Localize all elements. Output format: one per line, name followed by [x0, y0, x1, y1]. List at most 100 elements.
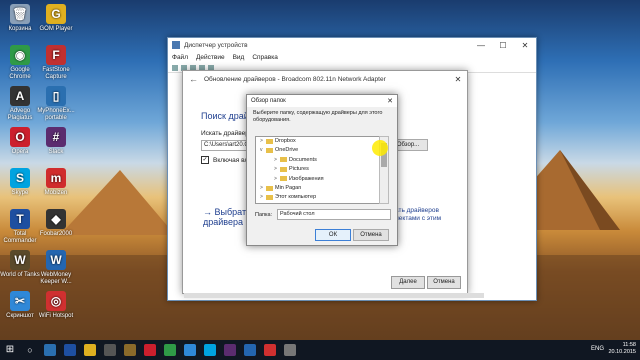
app-icon: F: [46, 45, 66, 65]
menu-view[interactable]: Вид: [233, 54, 245, 61]
desktop-icon-label: FastStone Capture: [42, 67, 70, 80]
app-icon: A: [10, 86, 30, 106]
app-icon: 🗑: [10, 4, 30, 24]
desktop-icon-label: Скриншот: [6, 313, 34, 319]
app-icon: m: [46, 168, 66, 188]
desktop-icon[interactable]: S Skype: [0, 168, 40, 197]
tree-item[interactable]: > Documents: [274, 157, 317, 163]
taskbar: ⊞ ○ ENG 11:58 20.10.2015: [0, 340, 640, 360]
desktop-icon-label: WebMoney Keeper W...: [40, 272, 72, 285]
tree-item[interactable]: > Min Pagan: [260, 185, 301, 191]
taskbar-app-icon[interactable]: [84, 344, 96, 356]
next-button[interactable]: Далее: [391, 276, 425, 289]
checkbox-check-icon: ✓: [201, 156, 209, 164]
taskbar-app-icon[interactable]: [184, 344, 196, 356]
desktop-icon-label: Opera: [11, 149, 29, 155]
desktop-icon-label: Slack: [48, 149, 64, 155]
tree-item[interactable]: > Pictures: [274, 166, 309, 172]
tree-item-label: Этот компьютер: [275, 194, 317, 201]
folder-tree[interactable]: > Dropbox v OneDrive > Documents > Pictures > Изо…: [255, 136, 381, 204]
close-button[interactable]: ✕: [514, 41, 536, 50]
pick-from-list-description: ать драйверов лектами с этим: [395, 207, 442, 222]
app-icon: W: [46, 250, 66, 270]
desktop-icon[interactable]: W World of Tanks: [0, 250, 40, 279]
taskbar-app-icon[interactable]: [144, 344, 156, 356]
desktop-icon[interactable]: G GOM Player: [36, 4, 76, 33]
app-icon: W: [10, 250, 30, 270]
taskbar-app-icon[interactable]: [284, 344, 296, 356]
device-manager-icon: [172, 41, 180, 49]
ok-button[interactable]: ОК: [315, 229, 351, 241]
tree-item-label: Min Pagan: [275, 185, 302, 191]
desktop-icon[interactable]: # Slack: [36, 127, 76, 156]
cancel-button[interactable]: Отмена: [427, 276, 461, 289]
desktop-icon-label: GOM Player: [39, 26, 73, 32]
taskbar-app-icon[interactable]: [124, 344, 136, 356]
language-indicator[interactable]: ENG: [591, 346, 604, 352]
taskbar-app-icon[interactable]: [104, 344, 116, 356]
desktop-icon[interactable]: A Advego Plagiatus: [0, 86, 40, 122]
search-icon[interactable]: ○: [24, 344, 36, 356]
folder-icon: [280, 157, 287, 163]
menu-help[interactable]: Справка: [252, 54, 278, 61]
taskbar-apps: [40, 344, 300, 356]
desktop-icon[interactable]: 🗑 Корзина: [0, 4, 40, 33]
tree-item-label: Изображения: [289, 175, 324, 182]
close-icon[interactable]: ✕: [449, 75, 467, 84]
desktop-icon[interactable]: ◉ Google Chrome: [0, 45, 40, 81]
desktop-icon-label: Mobizen: [44, 190, 68, 196]
desktop-icon-label: World of Tanks: [0, 272, 40, 278]
folder-icon: [280, 166, 287, 172]
tree-item-label: Documents: [289, 156, 317, 163]
device-manager-title: Диспетчер устройств: [184, 41, 248, 49]
menu-action[interactable]: Действие: [196, 54, 225, 61]
desktop-icon[interactable]: W WebMoney Keeper W...: [36, 250, 76, 286]
folder-field[interactable]: Рабочий стол: [277, 209, 391, 220]
close-icon[interactable]: ✕: [383, 97, 397, 105]
desktop-icon[interactable]: ◎ WiFi Hotspot: [36, 291, 76, 320]
browse-folder-description: Выберите папку, содержащую драйверы для …: [253, 110, 383, 123]
taskbar-app-icon[interactable]: [224, 344, 236, 356]
browse-folder-dialog: Обзор папок ✕ Выберите папку, содержащую…: [246, 94, 398, 246]
desktop-icon-label: Корзина: [8, 26, 32, 32]
taskbar-app-icon[interactable]: [244, 344, 256, 356]
desktop-icon-label: Foobar2000: [39, 231, 73, 237]
taskbar-app-icon[interactable]: [264, 344, 276, 356]
device-manager-titlebar[interactable]: Диспетчер устройств — ☐ ✕: [168, 38, 536, 52]
cancel-button[interactable]: Отмена: [353, 229, 389, 241]
tree-item-label: OneDrive: [275, 147, 299, 154]
app-icon: G: [46, 4, 66, 24]
back-arrow-icon[interactable]: ←: [189, 74, 198, 84]
desktop-icon[interactable]: T Total Commander: [0, 209, 40, 245]
desktop-icon[interactable]: ▯ MyPhoneEx... portable: [36, 86, 76, 122]
app-icon: O: [10, 127, 30, 147]
menu-bar: Файл Действие Вид Справка: [168, 52, 536, 63]
back-icon[interactable]: [172, 64, 178, 71]
desktop-icon-label: MyPhoneEx... portable: [37, 108, 75, 121]
desktop-icon[interactable]: ◆ Foobar2000: [36, 209, 76, 238]
clock[interactable]: 11:58 20.10.2015: [608, 342, 636, 356]
taskbar-app-icon[interactable]: [204, 344, 216, 356]
tree-item[interactable]: v OneDrive: [260, 147, 298, 153]
start-icon[interactable]: ⊞: [4, 344, 16, 356]
desktop-icon-label: Total Commander: [3, 231, 37, 244]
desktop-icon-label: Skype: [11, 190, 29, 196]
desktop-icon[interactable]: O Opera: [0, 127, 40, 156]
desktop-icon-label: Google Chrome: [9, 67, 31, 80]
taskbar-app-icon[interactable]: [164, 344, 176, 356]
minimize-button[interactable]: —: [470, 41, 492, 50]
clock-date: 20.10.2015: [608, 349, 636, 355]
desktop-icon[interactable]: F FastStone Capture: [36, 45, 76, 81]
tree-item[interactable]: > Этот компьютер: [260, 194, 316, 200]
desktop-icon[interactable]: m Mobizen: [36, 168, 76, 197]
app-icon: ◎: [46, 291, 66, 311]
app-icon: ▯: [46, 86, 66, 106]
taskbar-app-icon[interactable]: [64, 344, 76, 356]
taskbar-app-icon[interactable]: [44, 344, 56, 356]
tree-item[interactable]: > Изображения: [274, 176, 324, 182]
maximize-button[interactable]: ☐: [492, 41, 514, 50]
menu-file[interactable]: Файл: [172, 54, 188, 61]
app-icon: #: [46, 127, 66, 147]
desktop-icon[interactable]: ✂ Скриншот: [0, 291, 40, 320]
tree-item[interactable]: > Dropbox: [260, 138, 296, 144]
